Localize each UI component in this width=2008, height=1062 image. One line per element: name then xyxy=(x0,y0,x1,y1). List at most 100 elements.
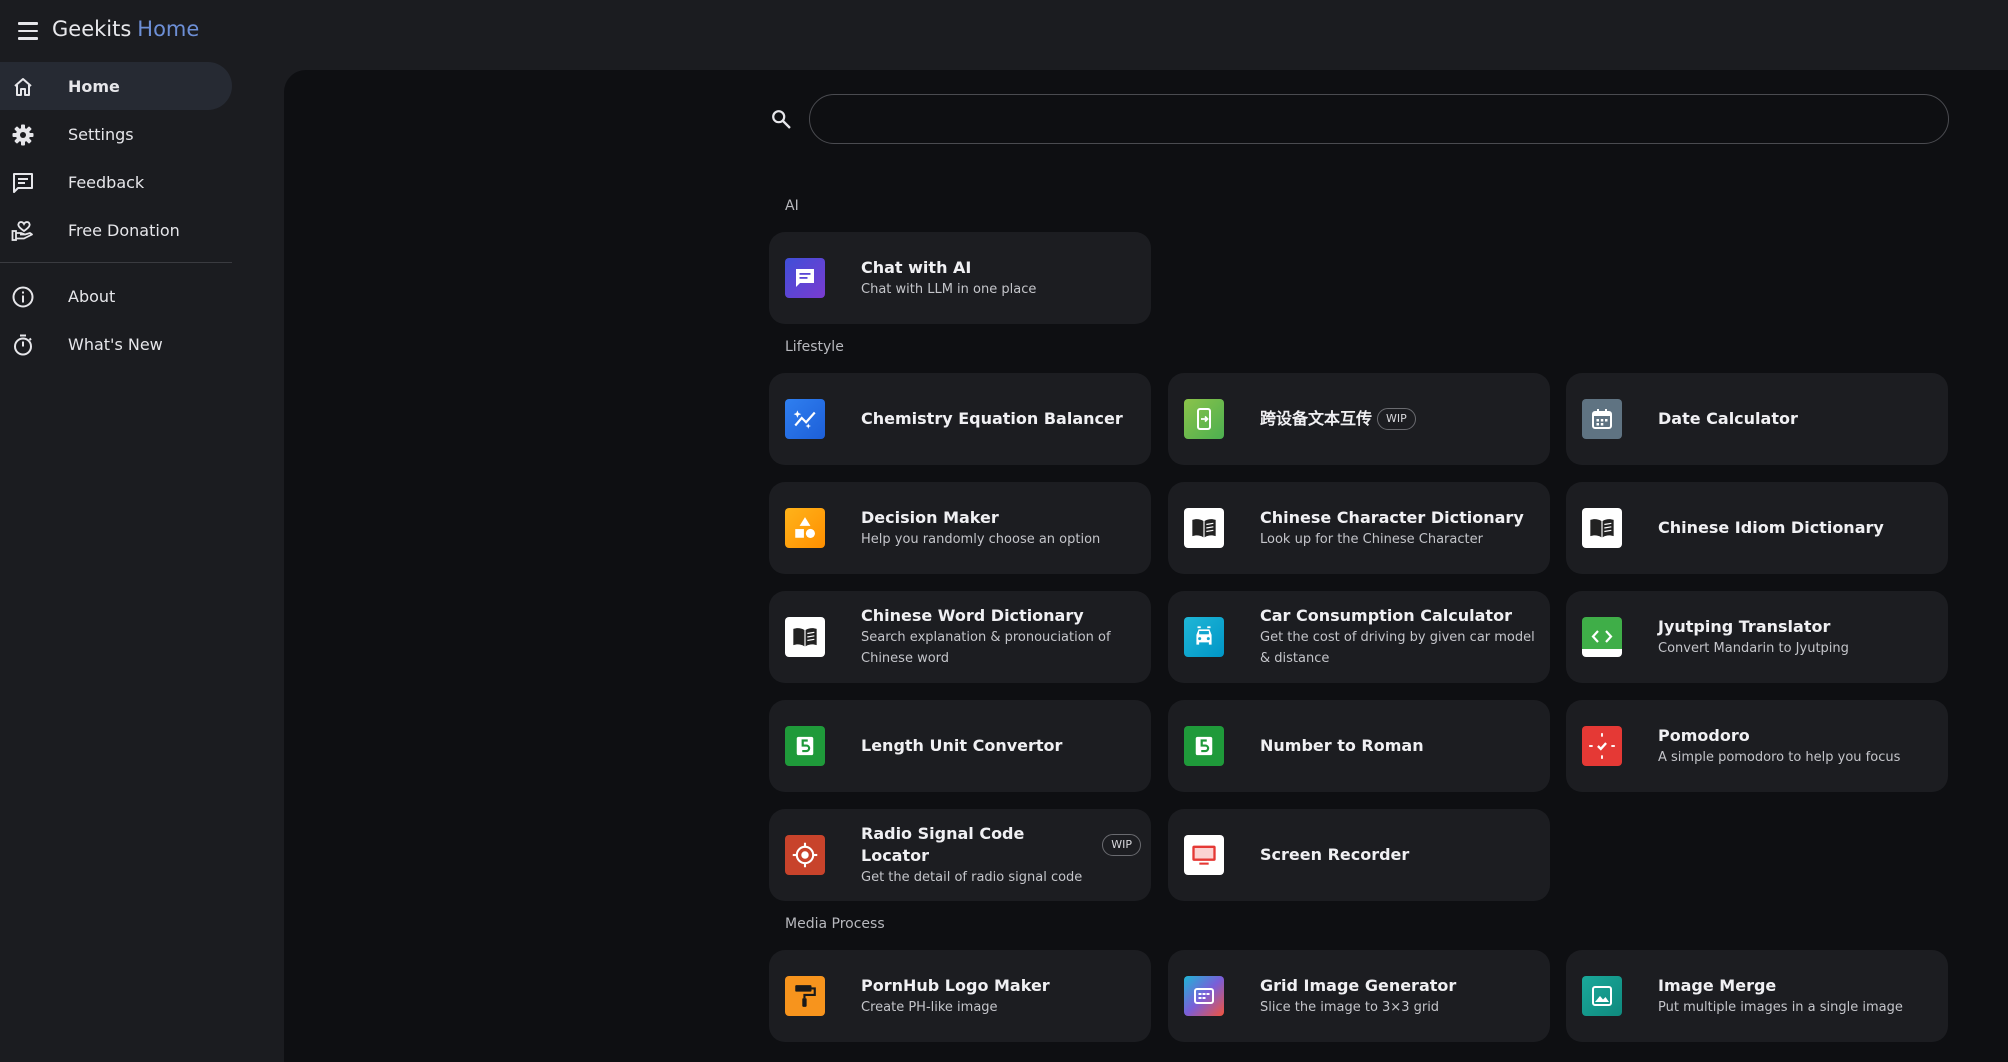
card-description: Search explanation & pronouciation of Ch… xyxy=(861,630,1111,666)
tool-card-grid-image-generator[interactable]: Grid Image Generator Slice the image to … xyxy=(1168,950,1550,1042)
sidebar-item-whats-new[interactable]: What's New xyxy=(0,320,232,368)
card-title: Grid Image Generator xyxy=(1260,975,1457,995)
tool-card-jyutping-translator[interactable]: Jyutping Translator Convert Mandarin to … xyxy=(1566,591,1948,683)
card-description: Help you randomly choose an option xyxy=(861,531,1101,547)
sidebar-item-label: Home xyxy=(68,76,120,96)
book-icon xyxy=(1582,508,1622,548)
sidebar-item-label: What's New xyxy=(68,334,163,354)
code-icon xyxy=(1582,617,1622,657)
donation-icon xyxy=(11,221,33,241)
card-text: Image Merge Put multiple images in a sin… xyxy=(1658,950,1938,1042)
tool-card-chinese-character-dictionary[interactable]: Chinese Character Dictionary Look up for… xyxy=(1168,482,1550,574)
grid-image-icon xyxy=(1184,976,1224,1016)
sidebar-item-home[interactable]: Home xyxy=(0,62,232,110)
number-five-icon xyxy=(785,726,825,766)
card-description: Put multiple images in a single image xyxy=(1658,999,1903,1015)
sidebar-item-feedback[interactable]: Feedback xyxy=(0,158,232,206)
feedback-icon xyxy=(13,173,33,193)
tool-card-chinese-idiom-dictionary[interactable]: Chinese Idiom Dictionary xyxy=(1566,482,1948,574)
card-title: Decision Maker xyxy=(861,507,999,527)
card-text: Number to Roman xyxy=(1260,700,1540,792)
card-text: Pomodoro A simple pomodoro to help you f… xyxy=(1658,700,1938,792)
shapes-icon xyxy=(785,508,825,548)
card-text: Chat with AI Chat with LLM in one place xyxy=(861,232,1141,324)
sidebar-item-label: Feedback xyxy=(68,172,145,192)
car-icon xyxy=(1184,617,1224,657)
card-title: Number to Roman xyxy=(1260,736,1424,755)
card-title: Image Merge xyxy=(1658,975,1777,995)
section-label-ai: AI xyxy=(785,198,799,214)
tool-card-device-text-transfer[interactable]: 跨设备文本互传 WIP xyxy=(1168,373,1550,465)
tool-card-chat-with-ai[interactable]: Chat with AI Chat with LLM in one place xyxy=(769,232,1151,324)
card-title: 跨设备文本互传 WIP xyxy=(1260,408,1540,430)
app-name: Geekits xyxy=(52,17,132,41)
home-icon xyxy=(14,78,32,96)
card-title: Radio Signal Code Locator WIP xyxy=(861,823,1141,867)
card-title: Chat with AI xyxy=(861,257,972,277)
tool-card-decision-maker[interactable]: Decision Maker Help you randomly choose … xyxy=(769,482,1151,574)
tool-card-length-unit-convertor[interactable]: Length Unit Convertor xyxy=(769,700,1151,792)
page-name: Home xyxy=(137,17,200,41)
tool-card-number-to-roman[interactable]: Number to Roman xyxy=(1168,700,1550,792)
card-text: Chinese Idiom Dictionary xyxy=(1658,482,1938,574)
card-title: Date Calculator xyxy=(1658,409,1798,428)
card-description: Slice the image to 3×3 grid xyxy=(1260,999,1440,1015)
number-five-icon xyxy=(1184,726,1224,766)
sidebar-item-about[interactable]: About xyxy=(0,272,232,320)
card-title-text: 跨设备文本互传 xyxy=(1260,409,1373,428)
sidebar-item-label: About xyxy=(68,286,116,306)
tool-card-screen-recorder[interactable]: Screen Recorder xyxy=(1168,809,1550,901)
calendar-icon xyxy=(1582,399,1622,439)
card-description: Get the detail of radio signal code xyxy=(861,869,1083,885)
card-title-text: Radio Signal Code Locator xyxy=(861,823,1025,865)
card-text: Screen Recorder xyxy=(1260,809,1540,901)
section-label-lifestyle: Lifestyle xyxy=(785,339,844,355)
top-app-bar: Geekits Home xyxy=(0,0,2008,62)
card-text: Chinese Character Dictionary Look up for… xyxy=(1260,482,1540,574)
target-icon xyxy=(785,835,825,875)
section-label-media-process: Media Process xyxy=(785,916,885,932)
card-text: Chemistry Equation Balancer xyxy=(861,373,1141,465)
wip-badge: WIP xyxy=(1102,833,1141,856)
tool-card-date-calculator[interactable]: Date Calculator xyxy=(1566,373,1948,465)
card-text: Length Unit Convertor xyxy=(861,700,1141,792)
sidebar-item-label: Free Donation xyxy=(68,220,180,240)
tool-card-image-merge[interactable]: Image Merge Put multiple images in a sin… xyxy=(1566,950,1948,1042)
card-text: Car Consumption Calculator Get the cost … xyxy=(1260,591,1540,683)
card-title: Chinese Word Dictionary xyxy=(861,606,1084,625)
tool-card-pornhub-logo-maker[interactable]: PornHub Logo Maker Create PH-like image xyxy=(769,950,1151,1042)
sidebar-divider xyxy=(0,262,232,263)
card-text: Radio Signal Code Locator WIP Get the det… xyxy=(861,809,1141,901)
book-icon xyxy=(1184,508,1224,548)
card-title: Chemistry Equation Balancer xyxy=(861,409,1123,428)
pomodoro-icon xyxy=(1582,726,1622,766)
card-text: Chinese Word Dictionary Search explanati… xyxy=(861,591,1141,683)
card-title: Jyutping Translator xyxy=(1658,616,1831,636)
card-title: PornHub Logo Maker xyxy=(861,975,1050,995)
card-title: Screen Recorder xyxy=(1260,845,1410,864)
book-icon xyxy=(785,617,825,657)
tool-card-car-consumption-calculator[interactable]: Car Consumption Calculator Get the cost … xyxy=(1168,591,1550,683)
search-icon xyxy=(772,110,791,129)
app-title: Geekits Home xyxy=(52,17,199,41)
card-title: Pomodoro xyxy=(1658,725,1750,745)
card-text: Date Calculator xyxy=(1658,373,1938,465)
sidebar-item-label: Settings xyxy=(68,124,134,144)
search-input[interactable] xyxy=(809,94,1949,144)
tool-card-radio-signal-code-locator[interactable]: Radio Signal Code Locator WIP Get the det… xyxy=(769,809,1151,901)
tool-card-chemistry-equation-balancer[interactable]: Chemistry Equation Balancer xyxy=(769,373,1151,465)
timer-icon xyxy=(14,334,32,356)
card-text: PornHub Logo Maker Create PH-like image xyxy=(861,950,1141,1042)
card-description: Chat with LLM in one place xyxy=(861,281,1037,297)
tool-card-chinese-word-dictionary[interactable]: Chinese Word Dictionary Search explanati… xyxy=(769,591,1151,683)
paint-roller-icon xyxy=(785,976,825,1016)
sidebar-item-free-donation[interactable]: Free Donation xyxy=(0,206,232,254)
wip-badge: WIP xyxy=(1377,408,1416,430)
tool-card-pomodoro[interactable]: Pomodoro A simple pomodoro to help you f… xyxy=(1566,700,1948,792)
card-description: Create PH-like image xyxy=(861,999,998,1015)
card-title: Length Unit Convertor xyxy=(861,736,1063,755)
card-description: Get the cost of driving by given car mod… xyxy=(1260,630,1535,666)
sidebar-item-settings[interactable]: Settings xyxy=(0,110,232,158)
screen-icon xyxy=(1184,835,1224,875)
menu-icon[interactable] xyxy=(14,17,42,45)
